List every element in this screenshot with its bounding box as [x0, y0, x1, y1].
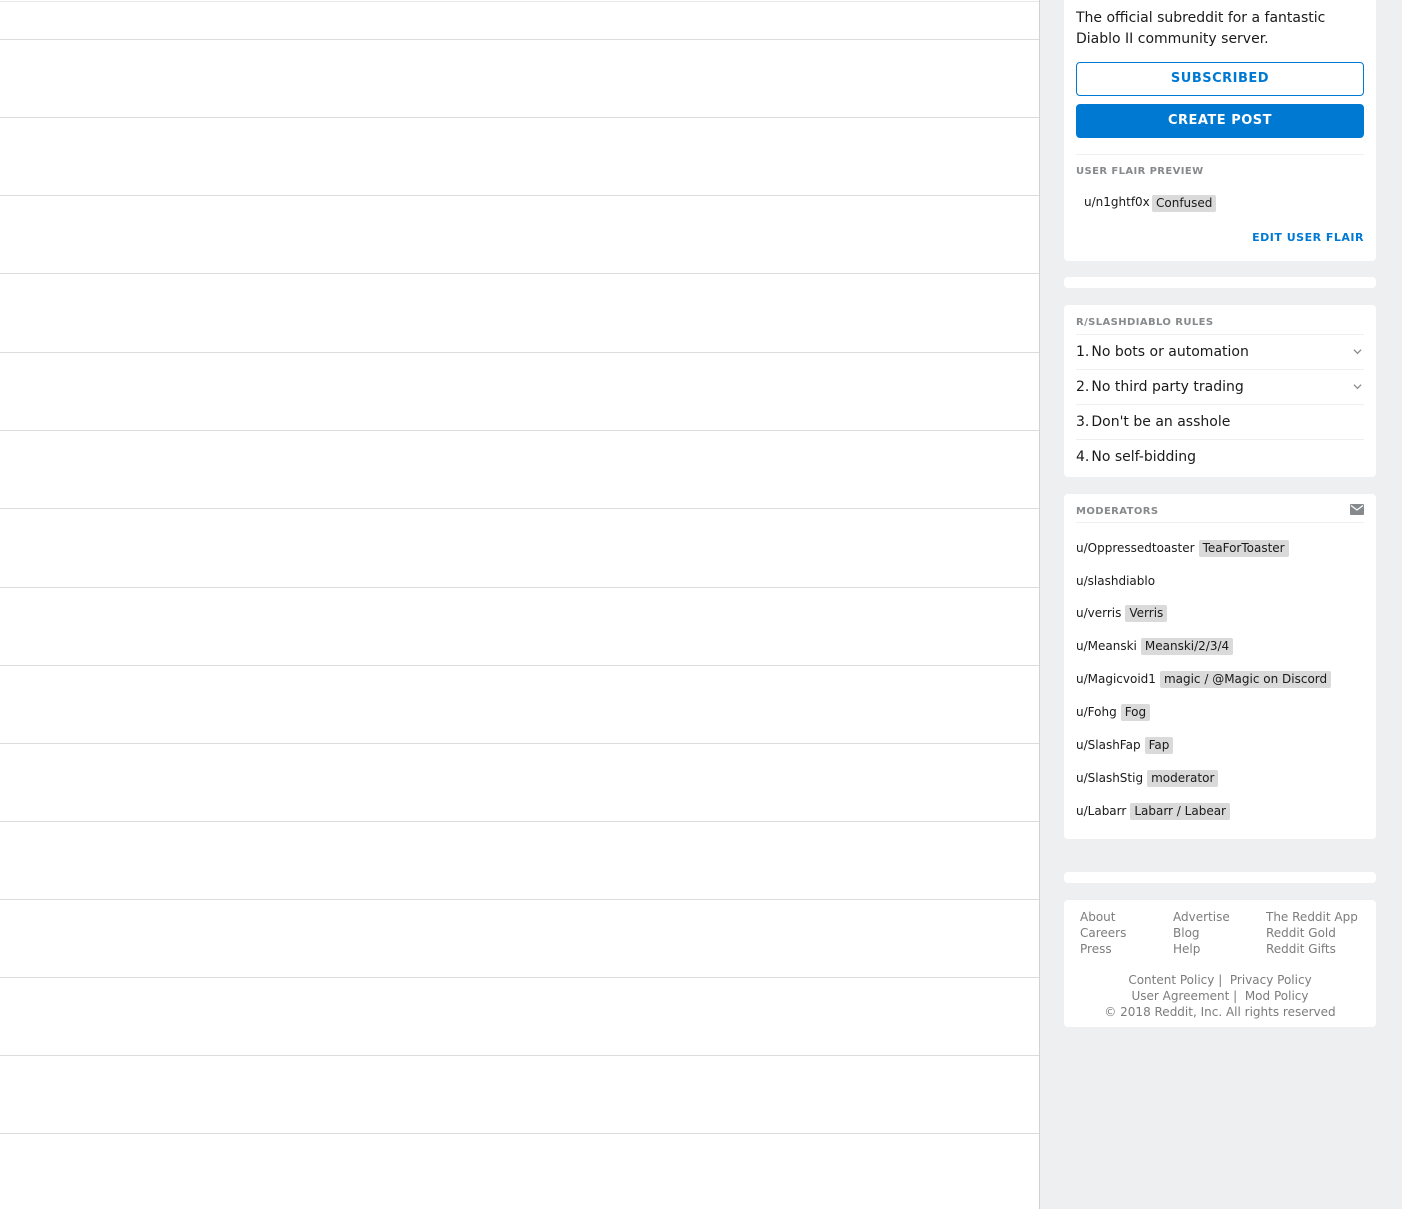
rule-text: Don't be an asshole [1091, 414, 1231, 430]
user-agreement-link[interactable]: User Agreement [1132, 989, 1230, 1003]
about-divider [1076, 154, 1364, 155]
moderators-heading: MODERATORS [1076, 506, 1159, 517]
moderator-flair: moderator [1147, 770, 1219, 787]
feed-row[interactable] [0, 0, 1039, 40]
moderator-username[interactable]: u/verris [1076, 606, 1121, 620]
flair-preview-tag: Confused [1152, 195, 1217, 212]
moderators-divider [1076, 522, 1364, 523]
moderator-username[interactable]: u/Magicvoid1 [1076, 672, 1156, 686]
moderator-item[interactable]: u/verris Verris [1076, 604, 1168, 622]
feed-row[interactable] [0, 666, 1039, 744]
edit-user-flair-link[interactable]: EDIT USER FLAIR [1252, 231, 1364, 244]
rules-card: R/SLASHDIABLO RULES 1. No bots or automat… [1064, 305, 1376, 477]
feed-row[interactable] [0, 40, 1039, 118]
community-about-card: The official subreddit for a fantastic D… [1064, 0, 1376, 261]
rule-number: 4. [1076, 449, 1090, 465]
content-policy-link[interactable]: Content Policy [1128, 973, 1214, 987]
user-flair-preview-heading: USER FLAIR PREVIEW [1076, 166, 1204, 177]
feed-row[interactable] [0, 1056, 1039, 1134]
moderator-username[interactable]: u/Fohg [1076, 705, 1117, 719]
moderator-username[interactable]: u/SlashStig [1076, 771, 1143, 785]
privacy-policy-link[interactable]: Privacy Policy [1230, 973, 1312, 987]
rules-heading: R/SLASHDIABLO RULES [1076, 317, 1214, 328]
create-post-button[interactable]: CREATE POST [1076, 104, 1364, 138]
chevron-down-icon[interactable] [1353, 347, 1362, 356]
mod-policy-link[interactable]: Mod Policy [1245, 989, 1309, 1003]
chevron-down-icon[interactable] [1353, 382, 1362, 391]
moderator-flair: Fap [1144, 737, 1174, 754]
moderators-card: MODERATORS u/Oppressedtoaster TeaForToast… [1064, 494, 1376, 839]
footer-link-reddit-gold[interactable]: Reddit Gold [1266, 925, 1358, 941]
footer-link-blog[interactable]: Blog [1173, 925, 1230, 941]
moderator-flair: Fog [1120, 704, 1151, 721]
rule-item-4[interactable]: 4. No self-bidding [1076, 439, 1364, 474]
moderator-username[interactable]: u/SlashFap [1076, 738, 1141, 752]
feed-row[interactable] [0, 744, 1039, 822]
moderator-item[interactable]: u/Magicvoid1 magic / @Magic on Discord [1076, 670, 1332, 688]
footer-link-advertise[interactable]: Advertise [1173, 909, 1230, 925]
footer-column-2: Advertise Blog Help [1173, 909, 1230, 957]
feed-row[interactable] [0, 509, 1039, 588]
footer-link-about[interactable]: About [1080, 909, 1126, 925]
footer-link-help[interactable]: Help [1173, 941, 1230, 957]
rule-text: No bots or automation [1091, 344, 1249, 360]
footer-policy-row-1: Content Policy | Privacy Policy [1128, 973, 1312, 987]
moderator-item[interactable]: u/Meanski Meanski/2/3/4 [1076, 637, 1234, 655]
footer-link-press[interactable]: Press [1080, 941, 1126, 957]
footer-link-reddit-gifts[interactable]: Reddit Gifts [1266, 941, 1358, 957]
footer-link-reddit-app[interactable]: The Reddit App [1266, 909, 1358, 925]
footer-card: About Careers Press Advertise Blog Help … [1064, 900, 1376, 1027]
feed-row[interactable] [0, 588, 1039, 666]
empty-widget-card [1064, 872, 1376, 883]
flair-preview-username: u/n1ghtf0x [1084, 195, 1150, 209]
feed-row[interactable] [0, 118, 1039, 196]
mail-icon[interactable] [1350, 504, 1364, 515]
moderator-item[interactable]: u/Fohg Fog [1076, 703, 1151, 721]
moderator-flair: TeaForToaster [1198, 540, 1289, 557]
feed-row[interactable] [0, 822, 1039, 900]
rule-item-2[interactable]: 2. No third party trading [1076, 369, 1364, 404]
feed-row[interactable] [0, 353, 1039, 431]
moderator-flair: Labarr / Labear [1130, 803, 1230, 820]
moderator-username[interactable]: u/Labarr [1076, 804, 1126, 818]
subscribed-button[interactable]: SUBSCRIBED [1076, 62, 1364, 96]
moderator-item[interactable]: u/Oppressedtoaster TeaForToaster [1076, 539, 1289, 557]
footer-column-1: About Careers Press [1080, 909, 1126, 957]
moderator-item[interactable]: u/slashdiablo [1076, 572, 1155, 590]
moderator-username[interactable]: u/Meanski [1076, 639, 1137, 653]
empty-widget-card [1064, 277, 1376, 288]
moderator-flair: Verris [1125, 605, 1168, 622]
feed-row[interactable] [0, 274, 1039, 353]
community-description: The official subreddit for a fantastic D… [1076, 10, 1326, 47]
rule-text: No third party trading [1091, 379, 1244, 395]
moderator-flair: Meanski/2/3/4 [1140, 638, 1234, 655]
rule-number: 1. [1076, 344, 1090, 360]
rule-item-3[interactable]: 3. Don't be an asshole [1076, 404, 1364, 439]
moderator-flair: magic / @Magic on Discord [1159, 671, 1332, 688]
rule-item-1[interactable]: 1. No bots or automation [1076, 334, 1364, 369]
moderator-item[interactable]: u/Labarr Labarr / Labear [1076, 802, 1230, 820]
footer-link-careers[interactable]: Careers [1080, 925, 1126, 941]
rule-number: 3. [1076, 414, 1090, 430]
feed-row[interactable] [0, 196, 1039, 274]
rule-number: 2. [1076, 379, 1090, 395]
footer-policy-row-2: User Agreement | Mod Policy [1131, 989, 1309, 1003]
post-feed [0, 0, 1040, 1209]
feed-row[interactable] [0, 431, 1039, 509]
feed-row[interactable] [0, 978, 1039, 1056]
rule-text: No self-bidding [1091, 449, 1197, 465]
moderator-username[interactable]: u/slashdiablo [1076, 574, 1155, 588]
footer-column-3: The Reddit App Reddit Gold Reddit Gifts [1266, 909, 1358, 957]
moderator-item[interactable]: u/SlashFap Fap [1076, 736, 1174, 754]
moderator-username[interactable]: u/Oppressedtoaster [1076, 541, 1195, 555]
moderator-item[interactable]: u/SlashStig moderator [1076, 769, 1219, 787]
feed-row[interactable] [0, 900, 1039, 978]
copyright: © 2018 Reddit, Inc. All rights reserved [1104, 1005, 1336, 1019]
